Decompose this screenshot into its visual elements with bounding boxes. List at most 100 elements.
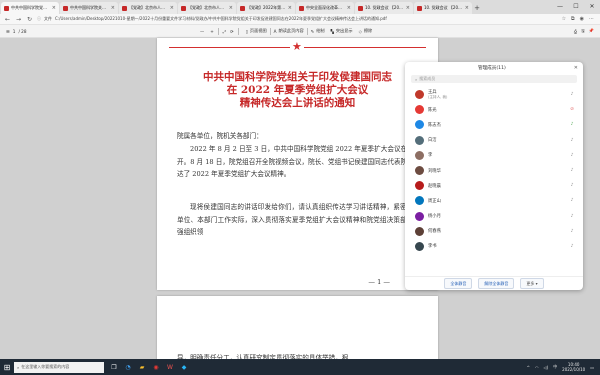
browser-tab[interactable]: 10. 党政会议 【2022】47号 -..× <box>355 2 413 14</box>
member-row[interactable]: 王兵 (主持人, 我) ♪ <box>405 87 583 102</box>
member-name: 何春燕 <box>428 228 565 234</box>
new-tab-button[interactable]: + <box>472 2 482 14</box>
favorite-icon[interactable]: ☆ <box>562 16 566 22</box>
member-row[interactable]: 刘晓华 ♪ <box>405 163 583 178</box>
member-name: 赵晓晨 <box>428 183 565 189</box>
close-tab-icon[interactable]: × <box>52 5 56 11</box>
member-row[interactable]: 何春燕 ♪ <box>405 224 583 239</box>
meeting-app-icon[interactable]: ◆ <box>178 361 190 373</box>
erase-label: 擦除 <box>363 28 373 33</box>
avatar <box>415 241 424 251</box>
wps-icon[interactable]: W <box>164 361 176 373</box>
microphone-icon[interactable]: ♪ <box>569 168 575 173</box>
document-title: 中共中国科学院党组关于印发侯建国同志 在 2022 年夏季党组扩大会议 精神传达… <box>157 71 438 110</box>
member-row[interactable]: 李 ♪ <box>405 148 583 163</box>
microphone-icon[interactable]: ♪ <box>569 153 575 158</box>
menu-icon[interactable]: ⋯ <box>589 16 594 22</box>
microphone-icon[interactable]: ♪ <box>569 229 575 234</box>
microphone-icon[interactable]: ♪ <box>569 122 575 127</box>
member-row[interactable]: 周正山 ♪ <box>405 193 583 208</box>
chrome-icon[interactable]: ◉ <box>150 361 162 373</box>
browser-tab[interactable]: 【党政】北京市人民政府网站× <box>178 2 236 14</box>
browser-tab[interactable]: 10. 党政会议 【2022】47号 - 中...× <box>414 2 472 14</box>
edge-browser-icon[interactable]: ◔ <box>122 361 134 373</box>
close-tab-icon[interactable]: × <box>170 5 174 11</box>
body-paragraph: 2022 年 8 月 2 日至 3 日，中共中国科学院党组 2022 年夏季扩大… <box>177 145 427 178</box>
input-language[interactable]: 中 <box>553 364 557 370</box>
notification-icon[interactable]: ▭ <box>590 365 594 370</box>
forward-icon[interactable]: → <box>15 16 22 23</box>
more-button[interactable]: 更多 ▾ <box>520 278 544 289</box>
url-field[interactable]: ⓘ 文件 C:/Users/admin/Desktop/20221010-星期一… <box>37 15 558 23</box>
taskbar: ⊞ ⌕ 在这里输入你要搜索的内容 ❐ ◔ ▰ ◉ W ◆ ^ ◠ ◁) 中 10… <box>0 359 600 375</box>
avatar <box>415 196 424 206</box>
member-row[interactable]: 白洁 ♪ <box>405 133 583 148</box>
member-name-text: 何春燕 <box>428 229 441 235</box>
zoom-in-icon[interactable]: + <box>210 29 214 34</box>
pin-icon[interactable]: 📌 <box>589 28 594 34</box>
browser-tab[interactable]: 中共中国科学院关于做好2022年度新闻宣传...× <box>60 2 118 14</box>
microphone-icon[interactable]: ♪ <box>569 244 575 249</box>
pdf-file-icon <box>299 5 304 11</box>
highlight-label: 突出显示 <box>335 28 353 33</box>
draw-label: 绘制 <box>316 28 325 33</box>
highlight-button[interactable]: ▚ 突出显示 <box>328 28 356 34</box>
member-row[interactable]: 李书 ♪ <box>405 239 583 254</box>
save-icon[interactable]: 🖫 <box>581 28 585 35</box>
chevron-up-icon[interactable]: ^ <box>527 365 530 370</box>
taskbar-search-input[interactable]: ⌕ 在这里输入你要搜索的内容 <box>14 361 104 373</box>
member-search-input[interactable]: ⌕ 搜索成员 <box>411 75 577 83</box>
close-tab-icon[interactable]: × <box>111 5 115 11</box>
draw-button[interactable]: ✎ 绘制 <box>308 28 328 34</box>
fit-page-icon[interactable]: ⤢ <box>223 29 226 34</box>
browser-tab[interactable]: 中共中国科学院党组关于印发促进高质量发展...× <box>1 2 59 14</box>
avatar <box>415 211 424 221</box>
member-row[interactable]: 陈光 ⊘ <box>405 102 583 117</box>
zoom-out-icon[interactable]: — <box>200 29 204 34</box>
network-icon[interactable]: ◠ <box>535 365 539 370</box>
print-icon[interactable]: ⎙ <box>574 29 577 34</box>
microphone-icon[interactable]: ♪ <box>569 183 575 188</box>
erase-button[interactable]: ◇ 擦除 <box>356 28 376 34</box>
microphone-icon[interactable]: ♪ <box>569 92 575 97</box>
read-aloud-button[interactable]: A 朗读此页内容 <box>271 28 307 34</box>
clock-date: 2022/10/10 <box>562 367 586 372</box>
rotate-icon[interactable]: ⟳ <box>230 29 234 34</box>
windows-start-icon[interactable]: ⊞ <box>0 359 14 375</box>
file-explorer-icon[interactable]: ▰ <box>136 361 148 373</box>
member-row[interactable]: 赵晓晨 ♪ <box>405 178 583 193</box>
collections-icon[interactable]: ⧉ <box>571 16 575 22</box>
mute-all-button[interactable]: 全体静音 <box>444 278 473 289</box>
close-icon[interactable]: ✕ <box>574 65 578 71</box>
close-window-icon[interactable]: ✕ <box>584 0 600 12</box>
more-label: 更多 <box>526 280 535 286</box>
close-tab-icon[interactable]: × <box>406 5 410 11</box>
close-tab-icon[interactable]: × <box>229 5 233 11</box>
browser-tab[interactable]: 【党政】北京市人民政府网站× <box>119 2 177 14</box>
page-view-button[interactable]: ▯ 页面视图 <box>243 28 270 34</box>
contents-icon[interactable]: ☰ <box>6 29 10 34</box>
close-tab-icon[interactable]: × <box>465 5 469 11</box>
microphone-icon[interactable]: ♪ <box>569 138 575 143</box>
microphone-icon[interactable]: ♪ <box>569 214 575 219</box>
volume-icon[interactable]: ◁) <box>544 365 549 370</box>
browser-tab[interactable]: 中央全面深化改革委员会第二十次会议× <box>296 2 354 14</box>
member-name-text: 陈志杰 <box>428 122 441 128</box>
clock[interactable]: 10:40 2022/10/10 <box>562 362 585 372</box>
member-row[interactable]: 陈志杰 ♪ <box>405 117 583 132</box>
microphone-icon[interactable]: ♪ <box>569 198 575 203</box>
browser-tab[interactable]: 【党政】2022年第1季度精神文明...× <box>237 2 295 14</box>
minimize-icon[interactable]: — <box>552 0 568 12</box>
address-bar-row: ← → ↻ ⓘ 文件 C:/Users/admin/Desktop/202210… <box>0 14 600 25</box>
page-number-input[interactable]: 1 <box>13 29 16 34</box>
profile-icon[interactable]: ◉ <box>580 16 584 22</box>
unmute-all-button[interactable]: 解除全体静音 <box>478 278 515 289</box>
mic-muted-icon[interactable]: ⊘ <box>569 107 575 112</box>
back-icon[interactable]: ← <box>4 16 11 23</box>
close-tab-icon[interactable]: × <box>288 5 292 11</box>
maximize-icon[interactable]: ☐ <box>568 0 584 12</box>
task-view-icon[interactable]: ❐ <box>108 361 120 373</box>
refresh-icon[interactable]: ↻ <box>26 16 33 23</box>
close-tab-icon[interactable]: × <box>347 5 351 11</box>
member-row[interactable]: 杨小月 ♪ <box>405 209 583 224</box>
